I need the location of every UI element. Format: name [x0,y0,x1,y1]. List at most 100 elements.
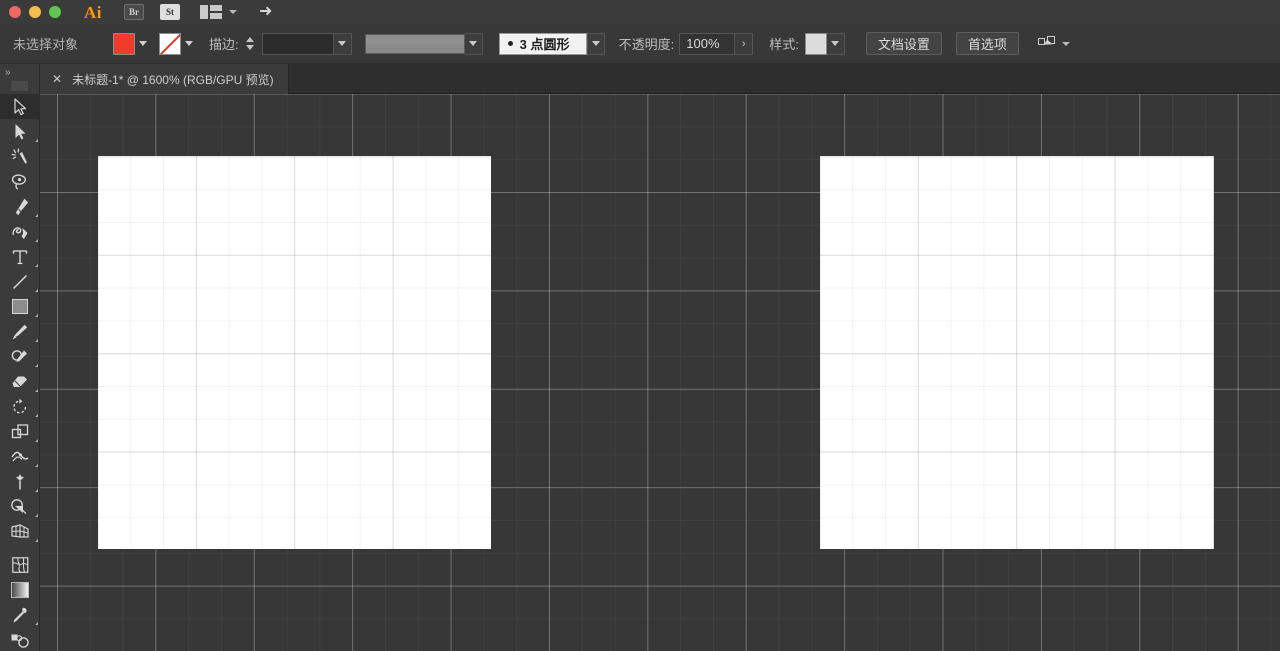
stroke-weight-stepper[interactable] [245,33,256,55]
width-tool[interactable] [0,444,40,469]
workspace-switcher[interactable] [200,5,237,19]
stroke-dropdown-chevron-icon[interactable] [181,33,197,55]
stroke-weight-combo[interactable] [261,32,352,55]
direct-selection-tool[interactable] [0,119,40,144]
tool-flyout-indicator[interactable] [35,139,38,142]
tool-flyout-indicator[interactable] [35,414,38,417]
artboard-1[interactable] [98,156,491,549]
line-icon [12,274,28,289]
canvas-area[interactable] [40,94,1280,651]
free-transform-tool[interactable] [0,469,40,494]
preferences-button[interactable]: 首选项 [955,32,1019,55]
magic-wand-icon [11,148,27,164]
stroke-profile-chevron-icon[interactable] [464,32,483,55]
eraser-tool[interactable] [0,369,40,394]
artboard-grid-major [820,156,1214,549]
fill-color-swatch[interactable] [113,32,135,55]
blend-icon [11,634,29,648]
tool-flyout-indicator[interactable] [35,214,38,217]
document-tab-title: 未标题-1* @ 1600% (RGB/GPU 预览) [72,72,274,87]
stroke-color-swatch[interactable] [159,32,181,55]
zoom-window-button[interactable] [49,6,61,18]
curvature-tool[interactable] [0,219,40,244]
close-window-button[interactable] [9,6,21,18]
selection-tool[interactable] [0,94,40,119]
line-segment-tool[interactable] [0,269,40,294]
mesh-tool[interactable] [0,552,40,577]
tool-flyout-indicator[interactable] [35,489,38,492]
brush-definition-chevron-icon[interactable] [586,32,605,55]
tool-flyout-indicator[interactable] [35,622,38,625]
artboard-2[interactable] [820,156,1214,549]
rotate-tool[interactable] [0,394,40,419]
toolbar-drag-handle[interactable] [11,81,28,91]
collapse-toolbar-button[interactable]: » [0,64,39,80]
select-similar-objects-button[interactable] [1037,35,1070,52]
close-icon[interactable]: ✕ [52,73,62,85]
rotate-icon [13,398,27,413]
stroke-swatch-group[interactable] [159,32,197,55]
stroke-weight-chevron-icon[interactable] [333,32,352,55]
scale-tool[interactable] [0,419,40,444]
mesh-icon [11,556,28,573]
graphic-style-swatch[interactable] [804,32,827,55]
stroke-weight-input[interactable] [261,32,334,55]
tool-flyout-indicator[interactable] [35,539,38,542]
tool-flyout-indicator[interactable] [35,439,38,442]
bridge-icon[interactable]: Br [124,4,144,20]
brush-definition-combo[interactable]: 3 点圆形 [498,32,605,55]
rocket-icon[interactable]: ➜ [259,4,272,20]
opacity-input[interactable]: 100% [679,32,736,55]
brush-definition-value[interactable]: 3 点圆形 [498,32,587,55]
brush-preview-icon [507,41,513,46]
opacity-flyout-chevron-icon[interactable]: › [735,32,754,55]
document-setup-button[interactable]: 文档设置 [865,32,942,55]
opacity-combo[interactable]: 100% › [679,32,754,55]
graphic-style-combo[interactable] [804,32,845,55]
stroke-weight-label: 描边: [209,37,239,52]
document-tab-bar: ✕ 未标题-1* @ 1600% (RGB/GPU 预览) [0,64,1280,94]
tool-flyout-indicator[interactable] [35,364,38,367]
type-tool[interactable] [0,244,40,269]
select-similar-chevron-down-icon[interactable] [1061,41,1070,46]
scale-icon [11,423,28,438]
paintbrush-tool[interactable] [0,319,40,344]
blend-tool[interactable] [0,627,40,651]
perspective-grid-tool[interactable] [0,519,40,544]
graphic-style-chevron-icon[interactable] [826,32,845,55]
illustrator-window: Ai Br St ➜ 未选择对象 描边: 3 点圆形 不透明度: 100% › … [0,0,1280,651]
tool-flyout-indicator[interactable] [35,264,38,267]
pen-nib-icon [15,198,28,215]
eyedropper-tool[interactable] [0,602,40,627]
shape-builder-icon [11,498,27,514]
tool-flyout-indicator[interactable] [35,289,38,292]
pen-tool[interactable] [0,194,40,219]
minimize-window-button[interactable] [29,6,41,18]
shape-builder-tool[interactable] [0,494,40,519]
opacity-label: 不透明度: [618,37,675,52]
shaper-tool[interactable] [0,344,40,369]
tool-flyout-indicator[interactable] [35,314,38,317]
fill-swatch-group[interactable] [113,32,151,55]
document-tab[interactable]: ✕ 未标题-1* @ 1600% (RGB/GPU 预览) [40,64,289,94]
curvature-pen-icon [11,226,27,239]
variable-width-profile-swatch[interactable] [364,33,465,54]
chevron-down-icon [229,10,237,14]
fill-dropdown-chevron-icon[interactable] [135,33,151,55]
window-controls [0,6,61,18]
lasso-tool[interactable] [0,169,40,194]
gradient-icon [11,581,29,598]
stroke-profile-combo[interactable] [364,32,483,55]
tool-flyout-indicator[interactable] [35,389,38,392]
rectangle-tool[interactable] [0,294,40,319]
tool-flyout-indicator[interactable] [35,464,38,467]
magic-wand-tool[interactable] [0,144,40,169]
tool-flyout-indicator[interactable] [35,239,38,242]
selection-status-label: 未选择对象 [13,37,79,52]
paintbrush-icon [12,324,28,339]
tool-flyout-indicator[interactable] [35,339,38,342]
workspace-layout-icon [200,5,222,19]
tool-flyout-indicator[interactable] [35,514,38,517]
stock-icon[interactable]: St [160,4,180,20]
gradient-tool[interactable] [0,577,40,602]
